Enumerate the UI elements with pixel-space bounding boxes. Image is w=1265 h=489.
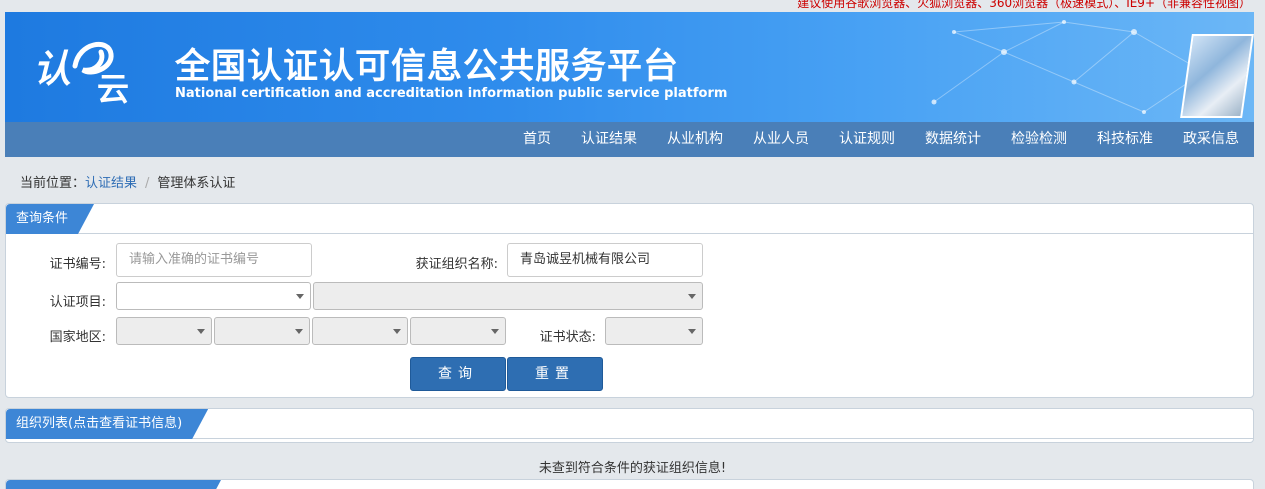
- breadcrumb-link-cert-results[interactable]: 认证结果: [85, 176, 137, 191]
- region-country-select[interactable]: [116, 317, 212, 345]
- nav-item-institutions[interactable]: 从业机构: [652, 122, 738, 157]
- chevron-down-icon: [688, 329, 696, 334]
- project-sub-select[interactable]: [313, 282, 703, 310]
- header-photo: [1180, 34, 1254, 118]
- chevron-down-icon: [393, 329, 401, 334]
- region-district-select[interactable]: [410, 317, 506, 345]
- breadcrumb-separator: /: [145, 176, 150, 191]
- org-name-label: 获证组织名称:: [415, 257, 498, 272]
- region-city-select[interactable]: [312, 317, 408, 345]
- chevron-down-icon: [197, 329, 205, 334]
- chevron-down-icon: [688, 294, 696, 299]
- cert-status-select[interactable]: [605, 317, 703, 345]
- query-panel: 查询条件 证书编号: 请输入准确的证书编号 获证组织名称: 青岛诚昱机械有限公司…: [5, 203, 1254, 398]
- cert-list-header: [6, 480, 1253, 489]
- empty-result-message: 未查到符合条件的获证组织信息!: [538, 461, 727, 476]
- chevron-down-icon: [295, 329, 303, 334]
- site-logo: 认 云: [33, 42, 129, 104]
- project-select[interactable]: [116, 282, 311, 310]
- nav-item-procurement[interactable]: 政采信息: [1168, 122, 1254, 157]
- cert-status-label: 证书状态:: [539, 330, 596, 345]
- site-title: 全国认证认可信息公共服务平台: [175, 47, 680, 87]
- query-tab: 查询条件: [6, 204, 94, 234]
- region-label: 国家地区:: [49, 330, 106, 345]
- search-button[interactable]: 查询: [410, 357, 506, 391]
- org-list-panel: 组织列表(点击查看证书信息): [5, 408, 1254, 443]
- cert-list-panel: [5, 479, 1254, 489]
- nav-item-rules[interactable]: 认证规则: [824, 122, 910, 157]
- cert-no-input[interactable]: 请输入准确的证书编号: [116, 243, 312, 277]
- chevron-down-icon: [296, 294, 304, 299]
- org-list-header: 组织列表(点击查看证书信息): [6, 409, 1253, 439]
- nav-item-statistics[interactable]: 数据统计: [910, 122, 996, 157]
- main-nav: 首页 认证结果 从业机构 从业人员 认证规则 数据统计 检验检测 科技标准 政采…: [5, 122, 1254, 157]
- svg-text:认: 认: [33, 47, 71, 91]
- cert-no-label: 证书编号:: [49, 257, 106, 272]
- breadcrumb-prefix: 当前位置：: [20, 176, 86, 191]
- query-panel-header: 查询条件: [6, 204, 1253, 234]
- org-name-input[interactable]: 青岛诚昱机械有限公司: [507, 243, 703, 277]
- nav-item-cert-results[interactable]: 认证结果: [566, 122, 652, 157]
- breadcrumb: 当前位置：认证结果 / 管理体系认证: [20, 172, 235, 191]
- reset-button[interactable]: 重置: [507, 357, 603, 391]
- header-banner: 认 云 全国认证认可信息公共服务平台 National certificatio…: [5, 12, 1254, 122]
- nav-item-standards[interactable]: 科技标准: [1082, 122, 1168, 157]
- region-province-select[interactable]: [214, 317, 310, 345]
- site-subtitle: National certification and accreditation…: [175, 86, 728, 101]
- cert-list-tab: [6, 480, 221, 489]
- nav-item-inspection[interactable]: 检验检测: [996, 122, 1082, 157]
- nav-item-personnel[interactable]: 从业人员: [738, 122, 824, 157]
- svg-text:云: 云: [97, 70, 129, 104]
- breadcrumb-current: 管理体系认证: [157, 176, 236, 191]
- browser-notice: 建议使用谷歌浏览器、火狐浏览器、360浏览器（极速模式）、IE9+（非兼容性视图…: [797, 0, 1251, 10]
- chevron-down-icon: [491, 329, 499, 334]
- project-label: 认证项目:: [49, 295, 106, 310]
- org-list-tab: 组织列表(点击查看证书信息): [6, 409, 208, 439]
- nav-item-home[interactable]: 首页: [508, 122, 566, 157]
